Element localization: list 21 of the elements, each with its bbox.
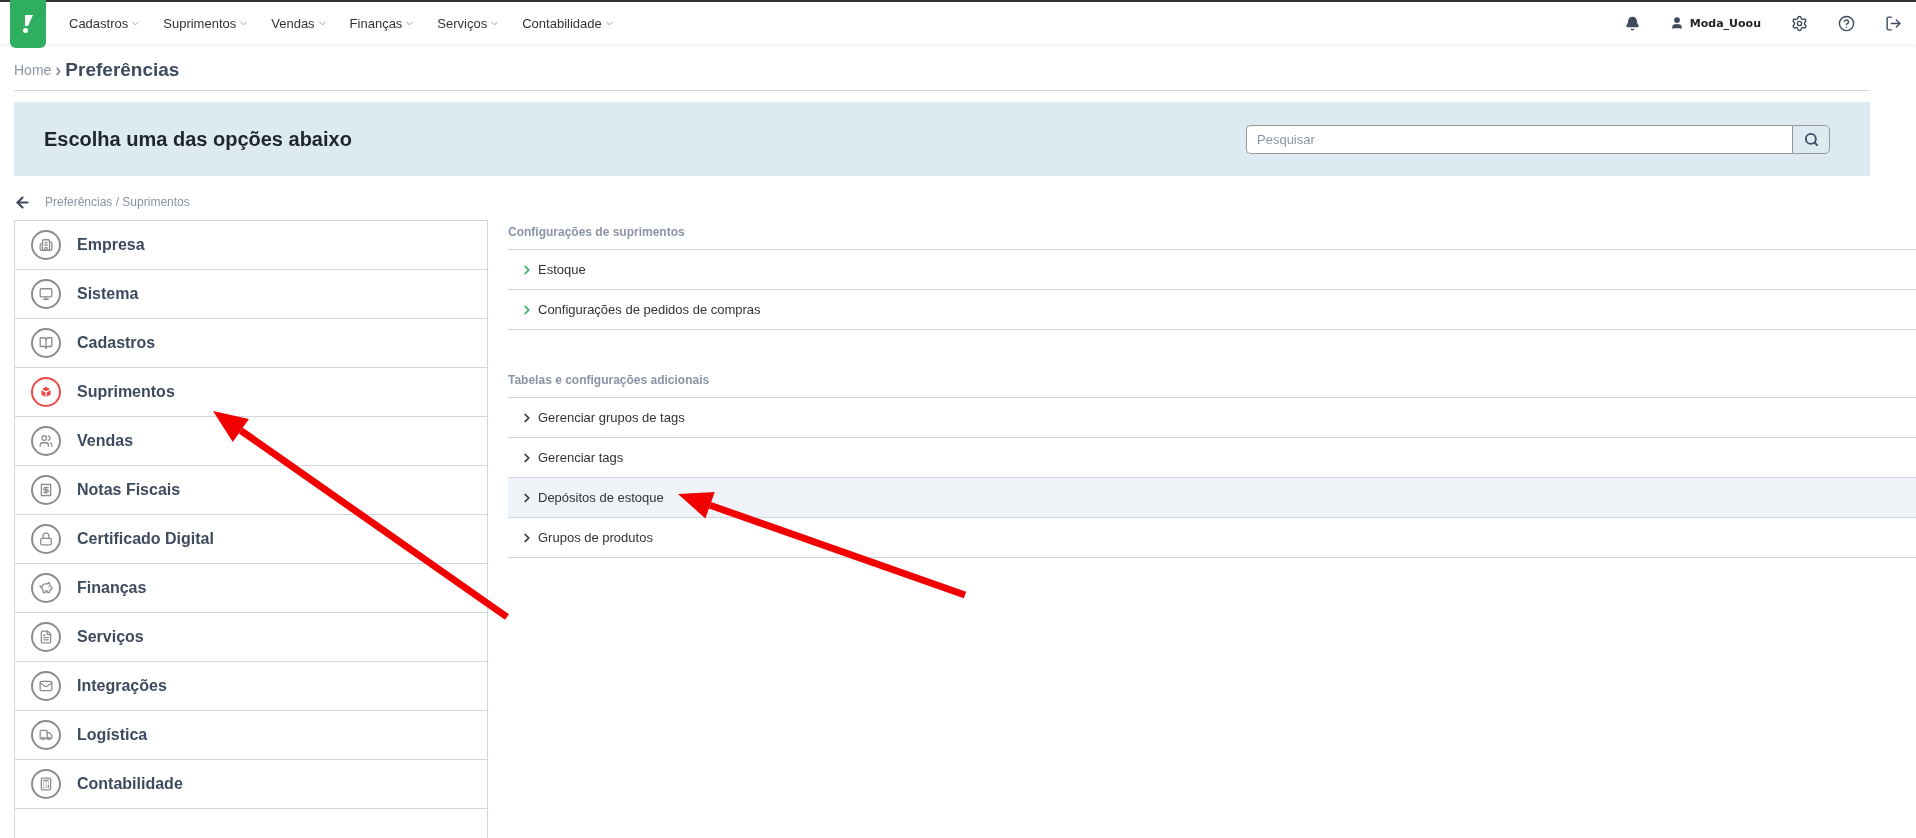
settings-link[interactable]: Depósitos de estoque <box>508 478 1916 518</box>
menu-item[interactable]: Contabilidade <box>511 15 626 31</box>
user-icon <box>1669 16 1684 30</box>
menu-item[interactable]: Finanças <box>338 15 427 31</box>
menu-item[interactable]: Suprimentos <box>152 15 261 31</box>
bell-icon[interactable] <box>1624 15 1640 31</box>
breadcrumb-separator: › <box>55 59 62 81</box>
search-icon <box>1803 131 1819 147</box>
menu-item[interactable]: Cadastros <box>58 15 153 31</box>
help-icon[interactable] <box>1838 14 1855 32</box>
banner-title: Escolha uma das opções abaixo <box>44 127 352 151</box>
menu-item[interactable]: Vendas <box>260 15 339 31</box>
user-menu[interactable]: Moda_Uoou <box>1669 16 1761 30</box>
logo-icon[interactable] <box>10 0 46 48</box>
path-text: Preferências / Suprimentos <box>45 195 190 209</box>
logout-icon[interactable] <box>1885 14 1902 32</box>
search-button[interactable] <box>1792 124 1830 154</box>
page-title: Preferências <box>65 59 180 81</box>
menu-item[interactable]: Serviços <box>426 15 512 31</box>
settings-icon[interactable] <box>1791 14 1808 32</box>
search-field[interactable]: Pesquisar <box>1246 124 1792 154</box>
